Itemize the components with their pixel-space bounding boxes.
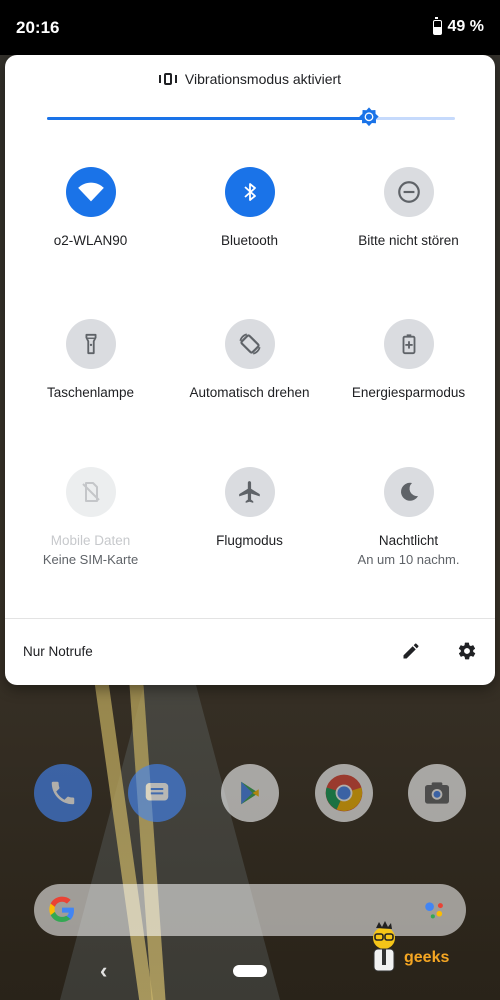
ringer-mode-label: Vibrationsmodus aktiviert	[184, 71, 342, 87]
brightness-thumb-icon[interactable]	[358, 106, 380, 128]
tile-label: Bitte nicht stören	[358, 233, 459, 248]
carrier-status: Nur Notrufe	[23, 644, 93, 659]
quick-settings-panel: Vibrationsmodus aktiviert o2-WLAN90 Blue…	[5, 55, 495, 685]
brightness-slider[interactable]	[47, 107, 455, 127]
tile-label: o2-WLAN90	[53, 233, 128, 248]
tile-label: Automatisch drehen	[189, 385, 310, 400]
night-light-icon	[383, 467, 434, 517]
tile-label: Flugmodus	[216, 533, 283, 548]
auto-rotate-icon	[224, 319, 275, 369]
play-store-app-icon[interactable]	[221, 764, 279, 822]
geeks-watermark-logo: geeks	[362, 918, 462, 978]
flashlight-icon	[65, 319, 116, 369]
tile-do-not-disturb[interactable]: Bitte nicht stören	[327, 167, 490, 250]
chrome-app-icon[interactable]	[315, 764, 373, 822]
do-not-disturb-icon	[383, 167, 434, 217]
mobile-data-off-icon	[65, 467, 116, 517]
tile-label: Energiesparmodus	[351, 385, 466, 400]
battery-icon	[432, 16, 442, 35]
tile-wifi[interactable]: o2-WLAN90	[9, 167, 172, 250]
nav-back-button[interactable]: ‹	[100, 958, 107, 984]
edit-pencil-icon[interactable]	[399, 639, 423, 663]
tile-label: Nachtlicht	[378, 533, 439, 548]
status-time: 20:16	[16, 18, 60, 37]
tile-label: Bluetooth	[220, 233, 279, 248]
tile-night-light[interactable]: Nachtlicht An um 10 nachm.	[327, 467, 490, 569]
messages-app-icon[interactable]	[128, 764, 186, 822]
settings-gear-icon[interactable]	[455, 639, 479, 663]
tile-auto-rotate[interactable]: Automatisch drehen	[168, 319, 331, 402]
tile-flashlight[interactable]: Taschenlampe	[9, 319, 172, 402]
slider-fill	[47, 117, 370, 120]
tile-battery-saver[interactable]: Energiesparmodus	[327, 319, 490, 402]
battery-percent: 49 %	[447, 18, 484, 35]
tile-mobile-data: Mobile Daten Keine SIM-Karte	[9, 467, 172, 569]
watermark-text: geeks	[404, 949, 449, 966]
status-bar: 20:16 49 %	[0, 0, 500, 55]
ringer-mode-row[interactable]: Vibrationsmodus aktiviert	[5, 71, 495, 87]
divider	[5, 618, 495, 619]
phone-app-icon[interactable]	[34, 764, 92, 822]
tile-sublabel: Keine SIM-Karte	[42, 552, 139, 567]
tile-sublabel: An um 10 nachm.	[357, 552, 460, 567]
nav-home-button[interactable]	[233, 965, 267, 977]
status-right: 49 %	[432, 16, 484, 36]
tile-bluetooth[interactable]: Bluetooth	[168, 167, 331, 250]
battery-saver-icon	[383, 319, 434, 369]
tile-airplane-mode[interactable]: Flugmodus	[168, 467, 331, 550]
tile-label: Taschenlampe	[46, 385, 135, 400]
wifi-icon	[65, 167, 116, 217]
google-g-icon	[46, 894, 78, 931]
airplane-icon	[224, 467, 275, 517]
vibrate-icon	[158, 72, 177, 86]
tile-label: Mobile Daten	[50, 533, 131, 548]
camera-app-icon[interactable]	[408, 764, 466, 822]
bluetooth-icon	[224, 167, 275, 217]
